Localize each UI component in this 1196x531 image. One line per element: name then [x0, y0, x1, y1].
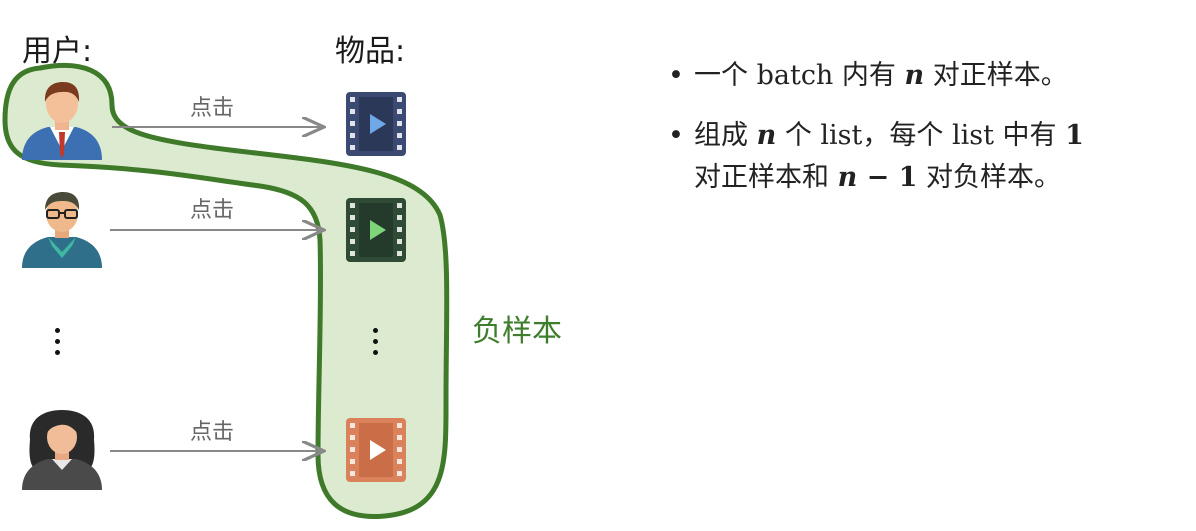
bullet-item: 组成 n 个 list，每个 list 中有 1对正样本和 n − 1 对负样本…: [668, 115, 1193, 199]
click-label: 点击: [190, 198, 235, 223]
negative-sample-label: 负样本: [472, 314, 562, 349]
video-icon: [346, 92, 406, 156]
click-label: 点击: [190, 420, 235, 445]
bullet-list: 一个 batch 内有 n 对正样本。 组成 n 个 list，每个 list …: [668, 55, 1193, 217]
click-label: 点击: [190, 96, 235, 121]
items-ellipsis: [373, 328, 379, 361]
bullet-item: 一个 batch 内有 n 对正样本。: [668, 55, 1193, 97]
items-header: 物品:: [335, 34, 406, 69]
users-header: 用户:: [22, 34, 93, 69]
diagram-stage: 用户: 物品: 点击 点击 点击 负样本 一个 batch 内有 n 对正样本。…: [0, 0, 1196, 531]
user-female-icon: [22, 410, 102, 490]
users-ellipsis: [55, 328, 61, 361]
user-glasses-icon: [22, 192, 102, 268]
video-icon: [346, 418, 406, 482]
video-icon: [346, 198, 406, 262]
